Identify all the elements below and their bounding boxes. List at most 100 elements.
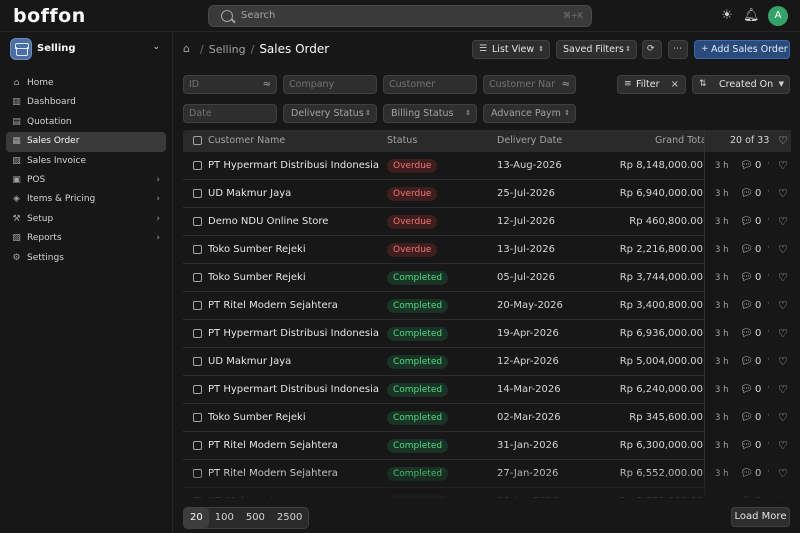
row-checkbox[interactable]	[193, 329, 202, 338]
customer-filter-input[interactable]: Customer	[383, 75, 477, 94]
date-filter-placeholder: Date	[189, 108, 212, 119]
sidebar-item-dashboard[interactable]: ▥ Dashboard	[6, 93, 166, 112]
table-row[interactable]: Toko Sumber Rejeki Completed 02-Mar-2026 Rp…	[183, 404, 791, 432]
row-checkbox[interactable]	[193, 217, 202, 226]
table-row[interactable]: PT Hypermart Distribusi Indonesia Complet…	[183, 376, 791, 404]
heart-icon[interactable]: ♡	[778, 134, 788, 147]
table-row[interactable]: PT Hypermart Distribusi Indonesia Overdue…	[183, 152, 791, 180]
chevron-updown-icon: ⇕	[564, 109, 570, 117]
breadcrumb-parent[interactable]: Selling	[209, 43, 246, 56]
sidebar-item-quotation[interactable]: ▤ Quotation	[6, 113, 166, 132]
delivery-status-label: Delivery Status	[291, 108, 364, 119]
page-size-2500[interactable]: 2500	[271, 508, 308, 528]
customer-name-filter-input[interactable]: Customer Nar ≈	[483, 75, 576, 94]
column-delivery-date[interactable]: Delivery Date	[497, 135, 562, 146]
heart-icon[interactable]: ♡	[778, 411, 788, 424]
status-badge: Overdue	[387, 243, 438, 257]
heart-icon[interactable]: ♡	[778, 159, 788, 172]
bar-chart-icon: ▥	[12, 97, 21, 108]
modified-time: 3 h	[715, 161, 729, 171]
avatar[interactable]: A	[768, 6, 788, 26]
search-icon	[221, 10, 233, 22]
app-logo[interactable]: boffon	[13, 5, 86, 27]
sidebar-item-reports[interactable]: ▧ Reports ›	[6, 229, 166, 248]
row-checkbox[interactable]	[193, 413, 202, 422]
sort-button[interactable]: ⇅ Created On ▼	[692, 75, 790, 94]
sidebar-item-setup[interactable]: ⚒ Setup ›	[6, 210, 166, 229]
table-row[interactable]: UD Makmur Jaya Completed 12-Apr-2026 Rp 5,0…	[183, 348, 791, 376]
sidebar-item-home[interactable]: ⌂ Home	[6, 74, 166, 93]
table-row[interactable]: PT Ritel Modern Sejahtera Completed 20-May…	[183, 292, 791, 320]
refresh-icon: ⟳	[647, 44, 655, 54]
sidebar-item-sales-order[interactable]: ▦ Sales Order	[6, 132, 166, 152]
close-icon[interactable]: ×	[671, 76, 679, 93]
load-more-button[interactable]: Load More	[731, 507, 790, 527]
page-size-100[interactable]: 100	[209, 508, 240, 528]
heart-icon[interactable]: ♡	[778, 439, 788, 452]
grand-total-cell: Rp 5,004,000.00	[619, 356, 703, 367]
search-input[interactable]: Search ⌘+K	[208, 5, 592, 27]
saved-filters-button[interactable]: Saved Filters ⇕	[556, 40, 637, 59]
row-checkbox[interactable]	[193, 245, 202, 254]
table-header-meta: 20 of 33 ♡	[704, 130, 791, 152]
row-checkbox[interactable]	[193, 273, 202, 282]
table-row[interactable]: Demo NDU Online Store Overdue 12-Jul-2026 R…	[183, 208, 791, 236]
customer-name-cell: PT Hypermart Distribusi Indonesia	[208, 384, 379, 395]
heart-icon[interactable]: ♡	[778, 327, 788, 340]
table-row[interactable]: Toko Sumber Rejeki Overdue 13-Jul-2026 Rp 2…	[183, 236, 791, 264]
add-sales-order-button[interactable]: + Add Sales Order	[694, 40, 790, 59]
row-checkbox[interactable]	[193, 441, 202, 450]
page-size-20[interactable]: 20	[184, 508, 209, 528]
table-row[interactable]: UD Makmur Jaya Overdue 25-Jul-2026 Rp 6,940…	[183, 180, 791, 208]
more-button[interactable]: ⋯	[668, 40, 688, 59]
row-checkbox[interactable]	[193, 189, 202, 198]
grand-total-cell: Rp 6,936,000.00	[619, 328, 703, 339]
column-status[interactable]: Status	[387, 135, 417, 146]
workspace-switcher[interactable]: Selling ⌄	[10, 38, 165, 62]
bell-icon[interactable]: 🔔︎	[743, 8, 760, 24]
heart-icon[interactable]: ♡	[778, 271, 788, 284]
sidebar-item-items-pricing[interactable]: ◈ Items & Pricing ›	[6, 190, 166, 209]
column-grand-total[interactable]: Grand Tota	[655, 135, 707, 146]
heart-icon[interactable]: ♡	[778, 383, 788, 396]
home-icon[interactable]: ⌂	[183, 43, 195, 55]
row-meta: 3 h 💬︎0 · ♡	[704, 320, 791, 348]
column-customer-name[interactable]: Customer Name	[208, 135, 285, 146]
row-checkbox[interactable]	[193, 385, 202, 394]
list-view-button[interactable]: ☰ List View ⇕	[472, 40, 550, 59]
billing-status-select[interactable]: Billing Status ⇕	[383, 104, 477, 123]
refresh-button[interactable]: ⟳	[642, 40, 662, 59]
table-row[interactable]: PT Ritel Modern Sejahtera Completed 31-Jan…	[183, 432, 791, 460]
sidebar-item-sales-invoice[interactable]: ▨ Sales Invoice	[6, 152, 166, 171]
id-filter-input[interactable]: ID ≈	[183, 75, 277, 94]
delivery-date-cell: 14-Mar-2026	[497, 384, 561, 395]
filter-button[interactable]: ≡ Filter ×	[617, 75, 686, 94]
heart-icon[interactable]: ♡	[778, 243, 788, 256]
company-filter-input[interactable]: Company	[283, 75, 377, 94]
heart-icon[interactable]: ♡	[778, 187, 788, 200]
chevron-updown-icon: ⇕	[538, 45, 544, 53]
sidebar-item-settings[interactable]: ⚙ Settings	[6, 249, 166, 268]
row-checkbox[interactable]	[193, 357, 202, 366]
sun-icon[interactable]: ☀	[719, 8, 735, 24]
separator-dot: ·	[767, 383, 770, 393]
row-meta: 3 h 💬︎0 · ♡	[704, 404, 791, 432]
table-row[interactable]: PT Hypermart Distribusi Indonesia Complet…	[183, 320, 791, 348]
delivery-status-select[interactable]: Delivery Status ⇕	[283, 104, 377, 123]
row-checkbox[interactable]	[193, 161, 202, 170]
page-size-500[interactable]: 500	[240, 508, 271, 528]
advance-payment-select[interactable]: Advance Paym ⇕	[483, 104, 576, 123]
date-filter-input[interactable]: Date	[183, 104, 277, 123]
heart-icon[interactable]: ♡	[778, 299, 788, 312]
chevron-right-icon: ›	[156, 174, 160, 185]
sidebar-item-pos[interactable]: ▣ POS ›	[6, 171, 166, 190]
status-badge: Completed	[387, 299, 449, 313]
select-all-checkbox[interactable]	[193, 136, 202, 145]
table-row[interactable]: Toko Sumber Rejeki Completed 05-Jul-2026 Rp…	[183, 264, 791, 292]
comment-count: 0	[755, 328, 762, 339]
heart-icon[interactable]: ♡	[778, 355, 788, 368]
sidebar-item-label: Sales Order	[27, 136, 80, 147]
grand-total-cell: Rp 345,600.00	[629, 412, 703, 423]
heart-icon[interactable]: ♡	[778, 215, 788, 228]
row-checkbox[interactable]	[193, 301, 202, 310]
